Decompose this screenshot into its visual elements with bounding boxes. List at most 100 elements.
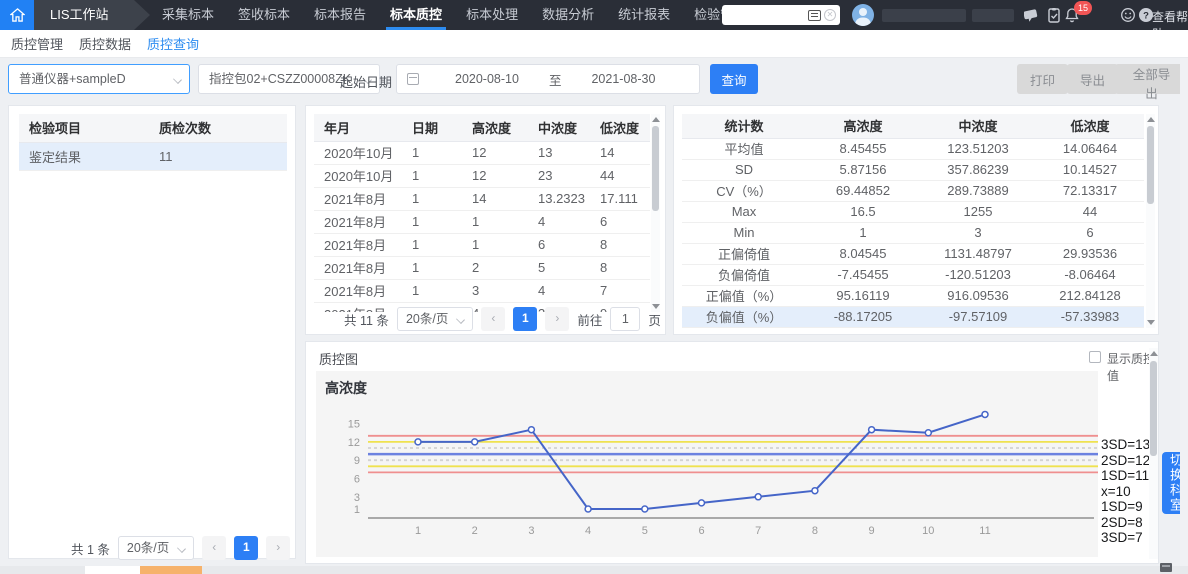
- nav-item[interactable]: 标本质控: [386, 0, 447, 30]
- top-navbar: LIS工作站 采集标本 签收标本 标本报告 标本质控 标本处理 数据分析 统计报表 检验管理 …: [0, 0, 1188, 41]
- stats-scrollbar[interactable]: [1146, 114, 1155, 328]
- table-row[interactable]: 2021年8月 1 14 13.2323 17.111: [314, 187, 650, 211]
- scroll-up-icon[interactable]: [1150, 351, 1158, 356]
- table-cell: -7.45455: [806, 264, 920, 286]
- table-row[interactable]: SD 5.87156 357.86239 10.14527: [682, 159, 1144, 181]
- sd-limit-label: 2SD=12: [1101, 452, 1151, 468]
- table-row[interactable]: Min 1 3 6: [682, 222, 1144, 244]
- chart-panel-title: 质控图: [319, 352, 359, 367]
- table-row[interactable]: 平均值 8.45455 123.51203 14.06464: [682, 138, 1144, 160]
- chart-scrollbar[interactable]: [1149, 348, 1158, 559]
- goto-page-input[interactable]: [610, 307, 641, 331]
- smiley-icon[interactable]: [1120, 7, 1136, 23]
- page-1-button[interactable]: 1: [234, 536, 259, 560]
- scroll-down-icon[interactable]: [1147, 320, 1155, 325]
- nav-item[interactable]: 采集标本: [162, 0, 214, 30]
- table-cell: 8: [590, 256, 650, 280]
- table-row[interactable]: 正偏倚值 8.04545 1131.48797 29.93536: [682, 243, 1144, 265]
- table-cell: 12: [462, 141, 528, 165]
- goto-label: 前往: [577, 313, 603, 328]
- scroll-up-icon[interactable]: [1147, 117, 1155, 122]
- table-cell: 12: [462, 164, 528, 188]
- query-button[interactable]: 查询: [710, 64, 758, 94]
- date-end-value[interactable]: 2021-08-30: [591, 72, 655, 86]
- table-row[interactable]: 2021年8月 1 2 5 8: [314, 256, 650, 280]
- date-start-value[interactable]: 2020-08-10: [455, 72, 519, 86]
- prev-page-button[interactable]: ‹: [481, 307, 506, 331]
- table-row[interactable]: 2021年8月 1 1 6 8: [314, 233, 650, 257]
- table-row[interactable]: Max 16.5 1255 44: [682, 201, 1144, 223]
- chat-icon[interactable]: [1023, 7, 1040, 23]
- scrollbar-thumb[interactable]: [1150, 361, 1157, 456]
- nav-item[interactable]: 签收标本: [238, 0, 290, 30]
- next-page-button[interactable]: ›: [266, 536, 291, 560]
- table-cell: 212.84128: [1036, 285, 1144, 307]
- y-tick-label: 3: [354, 492, 360, 504]
- data-point: [754, 493, 762, 501]
- table-cell: 44: [590, 164, 650, 188]
- table-cell: -8.06464: [1036, 264, 1144, 286]
- nav-item[interactable]: 标本处理: [466, 0, 518, 30]
- table-cell: 1: [402, 141, 462, 165]
- page-size-select[interactable]: 20条/页: [396, 307, 474, 331]
- data-table-scrollbar[interactable]: [651, 114, 660, 312]
- table-row[interactable]: 负偏倚值 -7.45455 -120.51203 -8.06464: [682, 264, 1144, 286]
- table-cell: 7: [590, 279, 650, 303]
- page-scrollbar[interactable]: [1180, 58, 1188, 574]
- chevron-down-icon: [177, 544, 187, 553]
- table-row[interactable]: 2021年8月 1 3 4 7: [314, 279, 650, 303]
- subnav-item[interactable]: 质控查询: [147, 34, 199, 53]
- home-button[interactable]: [0, 0, 34, 30]
- table-cell: 2021年8月: [314, 210, 402, 234]
- table-cell: 289.73889: [920, 180, 1036, 202]
- date-range-picker[interactable]: 2020-08-10 至 2021-08-30: [396, 64, 700, 94]
- page-1-button[interactable]: 1: [513, 307, 538, 331]
- column-header: 高浓度: [806, 114, 920, 139]
- nav-item[interactable]: 统计报表: [618, 0, 670, 30]
- scroll-up-icon[interactable]: [652, 117, 660, 122]
- x-tick-label: 8: [812, 525, 818, 537]
- show-qc-values-checkbox[interactable]: [1089, 351, 1101, 363]
- export-all-button[interactable]: 全部导出: [1115, 64, 1188, 101]
- table-row[interactable]: CV（%） 69.44852 289.73889 72.13317: [682, 180, 1144, 202]
- scan-card-icon[interactable]: [808, 9, 821, 21]
- table-cell: 14.06464: [1036, 138, 1144, 160]
- prev-page-button[interactable]: ‹: [202, 536, 227, 560]
- table-cell: 72.13317: [1036, 180, 1144, 202]
- column-header: 高浓度: [462, 114, 528, 142]
- table-cell: -97.57109: [920, 306, 1036, 328]
- export-button[interactable]: 导出: [1067, 64, 1119, 94]
- y-tick-label: 1: [354, 504, 360, 516]
- notification-badge[interactable]: 15: [1074, 1, 1092, 15]
- clear-icon[interactable]: ✕: [824, 9, 836, 21]
- user-avatar[interactable]: [852, 4, 874, 26]
- next-page-button[interactable]: ›: [545, 307, 570, 331]
- table-row[interactable]: 鉴定结果 11: [19, 142, 287, 171]
- scrollbar-thumb[interactable]: [1147, 126, 1154, 204]
- table-cell: 1: [402, 210, 462, 234]
- clipboard-check-icon[interactable]: [1046, 7, 1062, 23]
- page-size-select[interactable]: 20条/页: [117, 536, 195, 560]
- nav-item[interactable]: 数据分析: [542, 0, 594, 30]
- strip-segment-orange: [140, 566, 202, 574]
- corner-widget-icon[interactable]: [1160, 563, 1172, 572]
- table-row[interactable]: 2020年10月 1 12 13 14: [314, 141, 650, 165]
- scrollbar-thumb[interactable]: [652, 126, 659, 211]
- table-cell: 鉴定结果: [19, 142, 149, 171]
- table-row[interactable]: 正偏值（%） 95.16119 916.09536 212.84128: [682, 285, 1144, 307]
- table-cell: 10.14527: [1036, 159, 1144, 181]
- search-input[interactable]: [722, 9, 808, 21]
- subnav-item[interactable]: 质控管理: [11, 34, 63, 53]
- main-menu: 采集标本 签收标本 标本报告 标本质控 标本处理 数据分析 统计报表 检验管理: [162, 0, 746, 30]
- subnav-item[interactable]: 质控数据: [79, 34, 131, 53]
- search-box[interactable]: ✕: [722, 5, 840, 25]
- data-point: [811, 486, 819, 495]
- table-cell: CV（%）: [682, 180, 806, 202]
- table-cell: 1: [462, 233, 528, 257]
- table-row[interactable]: 2021年8月 1 1 4 6: [314, 210, 650, 234]
- table-row[interactable]: 负偏值（%） -88.17205 -97.57109 -57.33983: [682, 306, 1144, 328]
- instrument-select[interactable]: 普通仪器+sampleD: [8, 64, 190, 94]
- nav-item[interactable]: 标本报告: [314, 0, 366, 30]
- print-button[interactable]: 打印: [1017, 64, 1069, 94]
- table-row[interactable]: 2020年10月 1 12 23 44: [314, 164, 650, 188]
